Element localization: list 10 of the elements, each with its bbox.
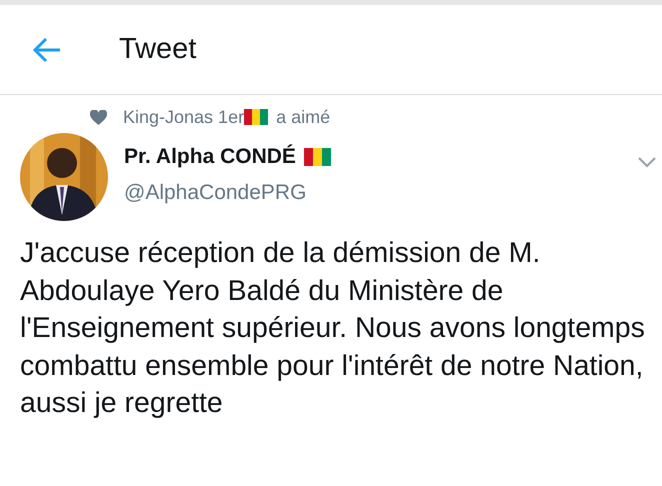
liked-label: a aimé — [276, 106, 330, 128]
author-name[interactable]: Pr. Alpha CONDÉ — [124, 141, 296, 172]
liked-by-user-link[interactable]: King-Jonas 1er — [123, 104, 244, 130]
page-title: Tweet — [119, 32, 196, 67]
flag-icon — [304, 148, 331, 166]
chevron-down-icon[interactable] — [637, 155, 657, 169]
flag-icon — [244, 109, 268, 125]
tweet-text: J'accuse réception de la démission de M. Abdoulaye Yero Baldé du Ministère de l'Enseignement supérieur. Nous avons longtemps combattu ensemble pour l'intérêt de notre Nation, aussi je regrette — [19, 236, 646, 421]
heart-icon — [90, 110, 107, 124]
author-handle[interactable]: @AlphaCondePRG — [124, 176, 331, 208]
